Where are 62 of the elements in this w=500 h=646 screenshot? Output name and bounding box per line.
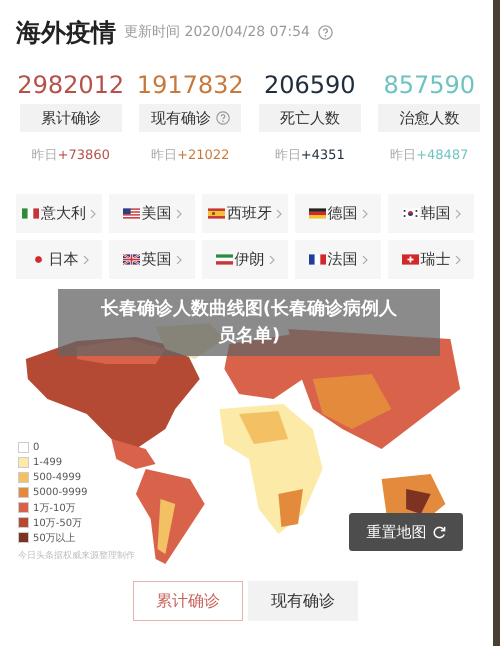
country-button[interactable]: 西班牙: [202, 194, 288, 233]
help-icon[interactable]: [216, 111, 230, 125]
delta-label: 昨日: [274, 148, 301, 163]
tab[interactable]: 现有确诊: [248, 581, 358, 621]
country-button[interactable]: 瑞士: [388, 240, 474, 279]
chevron-icon: [454, 208, 460, 218]
country-button[interactable]: 德国: [295, 194, 381, 233]
flag-icon: [402, 254, 418, 265]
country-button[interactable]: 韩国: [388, 194, 474, 233]
flag-icon: [208, 208, 225, 219]
stat-label: 死亡人数: [258, 104, 361, 132]
help-icon[interactable]: [318, 24, 333, 40]
country-button[interactable]: 法国: [295, 240, 381, 279]
legend-label: 1万-10万: [33, 502, 76, 514]
flag-icon: [402, 208, 418, 219]
stat-label: 累计确诊: [20, 104, 122, 132]
delta-value: +48487: [416, 148, 468, 163]
flag-icon: [122, 254, 140, 265]
delta-value: +4351: [300, 148, 345, 163]
delta-label: 昨日: [151, 148, 178, 163]
chevron-icon: [176, 208, 182, 218]
delta-label: 昨日: [390, 148, 416, 163]
stat-label: 现有确诊: [139, 104, 242, 132]
flag-icon: [308, 208, 326, 219]
flag-icon: [22, 208, 39, 219]
chevron-icon: [276, 208, 282, 218]
country-button[interactable]: 美国: [109, 194, 195, 233]
stat-value: 1917832: [136, 70, 244, 100]
tab[interactable]: 累计确诊: [133, 581, 243, 621]
legend-label: 10万-50万: [33, 516, 82, 530]
stat-label: 治愈人数: [378, 104, 480, 132]
source-note: 今日头条据权威来源整理制作: [18, 550, 135, 562]
delta-value: +73860: [58, 148, 110, 163]
flag-icon: [122, 208, 140, 219]
chevron-icon: [82, 254, 88, 264]
country-button[interactable]: 意大利: [16, 194, 102, 233]
flag-icon: [308, 254, 326, 265]
legend-label: 0: [33, 442, 40, 453]
legend-label: 50万以上: [33, 532, 76, 544]
delta-value: +21022: [177, 148, 230, 163]
legend-label: 500-4999: [33, 472, 82, 483]
update-time: 更新时间 2020/04/28 07:54: [124, 23, 310, 41]
chevron-icon: [362, 254, 368, 264]
chevron-icon: [90, 208, 96, 218]
flag-icon: [216, 254, 232, 265]
legend-label: 5000-9999: [33, 487, 88, 498]
country-button[interactable]: 日本: [16, 240, 102, 279]
legend-label: 1-499: [33, 457, 62, 468]
caption-overlay: 长春确诊人数曲线图(长春确诊病例人员名单): [58, 289, 440, 356]
chevron-icon: [362, 208, 368, 218]
delta-label: 昨日: [32, 148, 58, 163]
country-button[interactable]: 英国: [109, 240, 195, 279]
chevron-icon: [268, 254, 274, 264]
refresh-icon: [432, 526, 446, 538]
stat-value: 206590: [264, 70, 356, 100]
chevron-icon: [454, 254, 460, 264]
stat-value: 857590: [383, 70, 476, 100]
country-button[interactable]: 伊朗: [202, 240, 288, 279]
chevron-icon: [176, 254, 182, 264]
page-title: 海外疫情: [16, 16, 116, 48]
reset-map-button[interactable]: 重置地图: [349, 513, 463, 551]
stat-value: 2982012: [17, 70, 124, 100]
